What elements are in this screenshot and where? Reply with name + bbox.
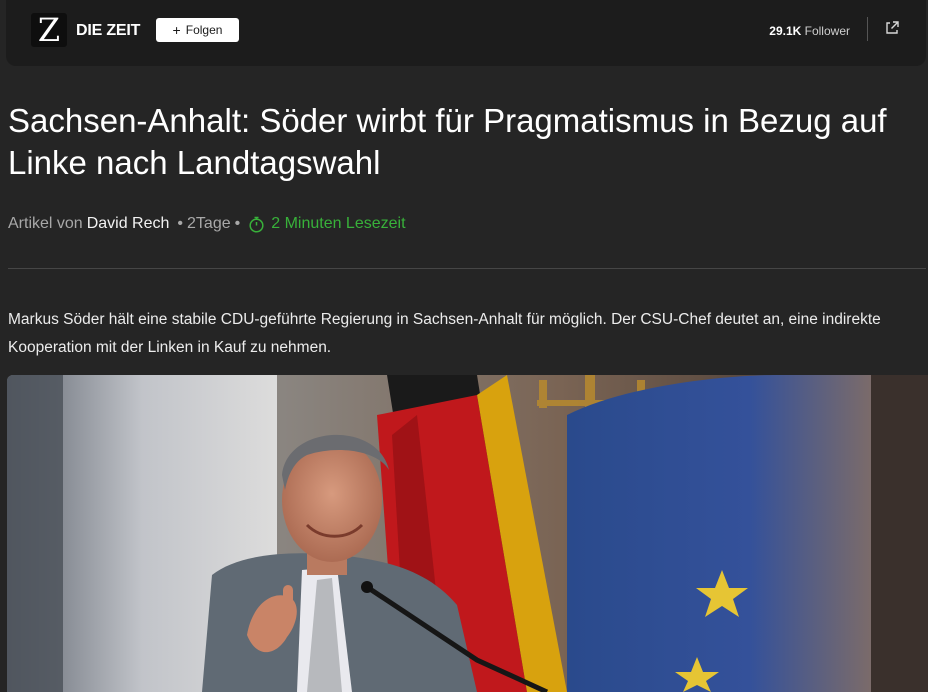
byline-separator: • (177, 215, 184, 232)
read-time-label: 2 Minuten Lesezeit (271, 215, 406, 232)
byline-prefix: Artikel von (8, 215, 83, 232)
external-link-icon[interactable] (884, 20, 900, 36)
article-age: 2Tage (187, 215, 231, 232)
stopwatch-icon (249, 216, 264, 233)
publisher-name[interactable]: DIE ZEIT (76, 22, 140, 40)
follower-count: 29.1K Follower (769, 24, 850, 38)
logo-letter: Z (37, 11, 61, 49)
article-photo[interactable] (7, 375, 928, 692)
article-lead: Markus Söder hält eine stabile CDU-gefüh… (8, 311, 881, 356)
plus-icon: + (172, 22, 181, 38)
article-photo-illustration (7, 375, 928, 692)
article-headline: Sachsen-Anhalt: Söder wirbt für Pragmati… (8, 102, 887, 181)
follow-label: Folgen (185, 23, 223, 37)
author-link[interactable]: David Rech (87, 215, 170, 233)
byline: Artikel von David Rech • 2Tage • 2 Minut… (8, 215, 406, 233)
follow-button[interactable]: + Folgen (156, 18, 239, 42)
top-bar: Z DIE ZEIT + Folgen 29.1K Follower (6, 0, 926, 66)
follower-label: Follower (804, 24, 850, 38)
read-time: 2 Minuten Lesezeit (248, 215, 406, 233)
content-divider (8, 268, 926, 269)
publisher-logo[interactable]: Z (31, 13, 67, 47)
follower-number: 29.1K (769, 24, 802, 38)
byline-separator: • (234, 215, 241, 232)
header-divider (867, 17, 868, 41)
